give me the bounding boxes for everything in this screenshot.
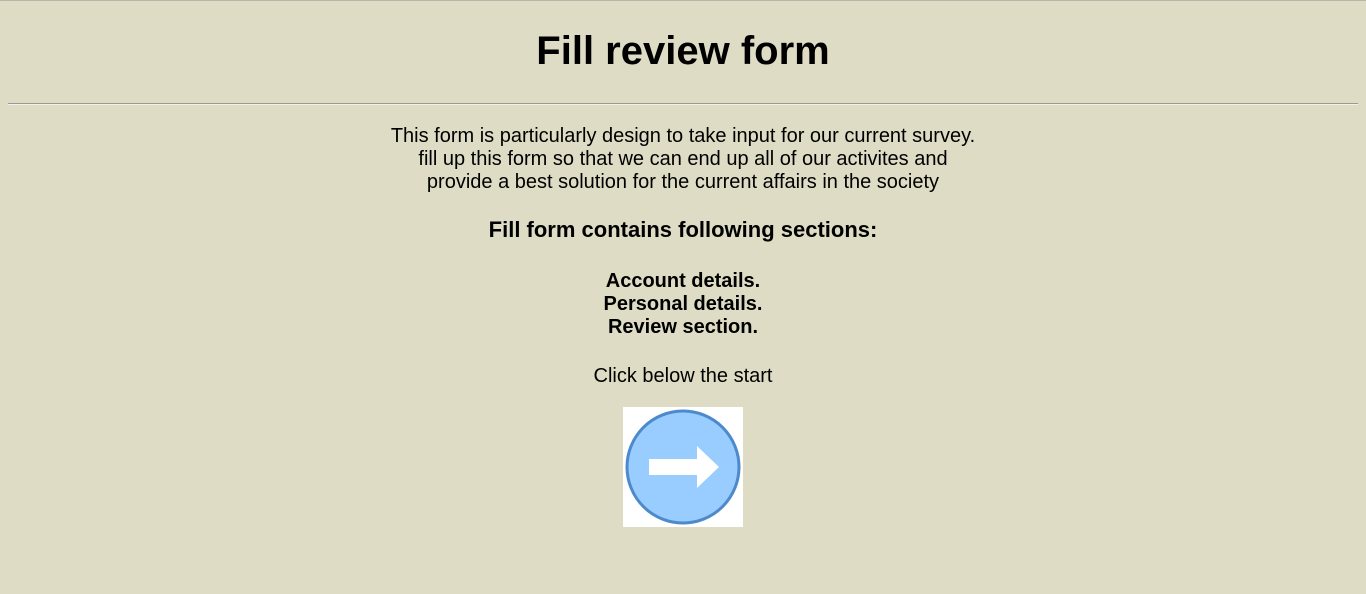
page-title: Fill review form — [536, 29, 830, 73]
start-button[interactable] — [623, 407, 743, 527]
sections-list: Account details. Personal details. Revie… — [0, 270, 1366, 339]
arrow-right-circle-icon — [625, 409, 741, 525]
title-divider — [8, 103, 1358, 105]
top-border — [0, 0, 1366, 1]
intro-line: fill up this form so that we can end up … — [418, 148, 948, 170]
intro-text: This form is particularly design to take… — [0, 125, 1366, 194]
section-item-review-section: Review section. — [607, 316, 759, 338]
section-item-account-details: Account details. — [605, 270, 761, 292]
section-item-personal-details: Personal details. — [603, 293, 763, 315]
intro-line: This form is particularly design to take… — [390, 125, 976, 147]
start-instruction: Click below the start — [593, 365, 773, 387]
intro-line: provide a best solution for the current … — [426, 171, 940, 193]
sections-heading: Fill form contains following sections: — [488, 217, 878, 242]
